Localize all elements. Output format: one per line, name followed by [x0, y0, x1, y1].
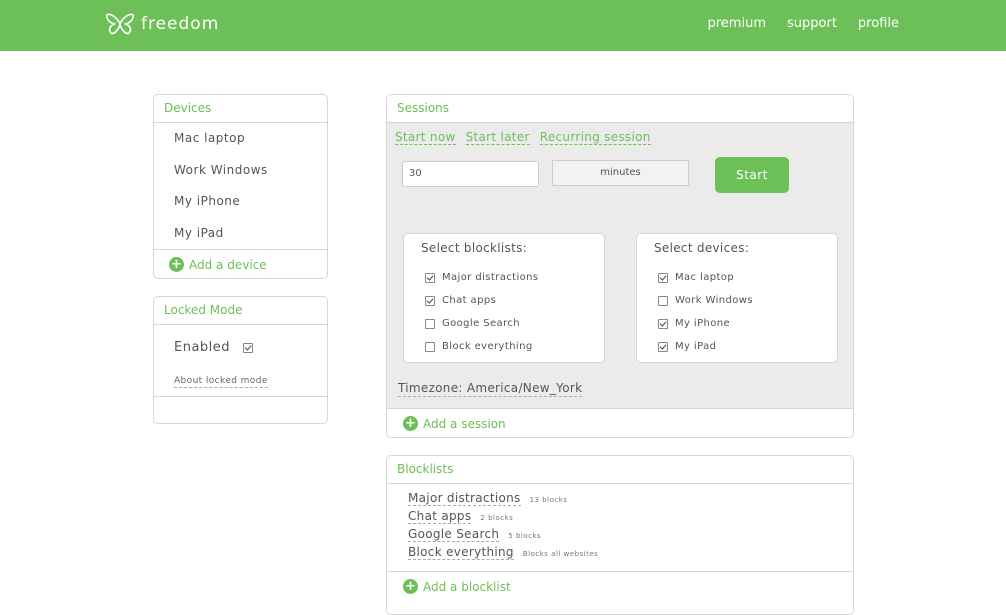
checkbox[interactable]: [658, 295, 668, 306]
duration-input[interactable]: 30: [402, 161, 539, 187]
nav-profile[interactable]: profile: [858, 16, 899, 31]
device-option-my-iphone[interactable]: My iPhone: [658, 318, 730, 329]
device-option-label: Work Windows: [675, 295, 753, 306]
blocklist-name-block-everything[interactable]: Block everything: [408, 545, 514, 560]
plus-circle-icon: +: [403, 579, 418, 594]
blocklist-option-chat-apps[interactable]: Chat apps: [425, 295, 496, 306]
blocklist-option-label: Google Search: [442, 318, 520, 329]
devices-panel: Devices Mac laptop Work Windows My iPhon…: [153, 94, 328, 279]
blocklist-option-label: Block everything: [442, 341, 533, 352]
top-nav: premium support profile: [708, 16, 900, 31]
duration-unit-select[interactable]: minutes: [552, 160, 689, 186]
blocklist-count: Blocks all websites: [522, 550, 599, 558]
device-item-work-windows[interactable]: Work Windows: [154, 155, 327, 187]
sessions-panel: Sessions Start now Start later Recurring…: [386, 94, 854, 438]
checkbox[interactable]: [425, 318, 435, 329]
locked-mode-title: Locked Mode: [154, 297, 327, 325]
tab-start-later[interactable]: Start later: [465, 130, 530, 145]
tab-start-now[interactable]: Start now: [395, 130, 456, 145]
add-session-button[interactable]: + Add a session: [403, 416, 506, 431]
plus-circle-icon: +: [169, 257, 184, 272]
divider: [154, 396, 327, 397]
devices-title: Devices: [154, 95, 327, 123]
brand-name: freedom: [141, 14, 220, 34]
add-device-label: Add a device: [189, 257, 267, 272]
device-option-work-windows[interactable]: Work Windows: [658, 295, 753, 306]
blocklist-item: Block everything Blocks all websites: [408, 545, 598, 560]
blocklist-option-label: Chat apps: [442, 295, 497, 306]
blocklists-panel: Blocklists Major distractions 13 blocks …: [386, 455, 854, 615]
blocklists-title: Blocklists: [387, 456, 853, 484]
device-option-label: My iPad: [675, 341, 717, 352]
checkbox[interactable]: [658, 318, 668, 329]
nav-premium[interactable]: premium: [708, 16, 767, 31]
plus-circle-icon: +: [403, 416, 418, 431]
device-item-my-ipad[interactable]: My iPad: [154, 218, 327, 250]
add-blocklist-label: Add a blocklist: [423, 579, 511, 594]
blocklist-item: Chat apps 2 blocks: [408, 509, 513, 524]
blocklist-count: 13 blocks: [529, 496, 568, 504]
tab-recurring-session[interactable]: Recurring session: [539, 130, 651, 145]
select-devices-title: Select devices:: [654, 241, 750, 255]
locked-enabled-label: Enabled: [174, 340, 231, 355]
blocklist-count: 5 blocks: [508, 532, 542, 540]
blocklist-option-google-search[interactable]: Google Search: [425, 318, 520, 329]
start-button[interactable]: Start: [715, 157, 789, 193]
timezone-link[interactable]: Timezone: America/New_York: [398, 381, 583, 397]
brand-logo[interactable]: freedom: [105, 12, 219, 36]
add-device-button[interactable]: + Add a device: [169, 257, 267, 272]
nav-support[interactable]: support: [787, 16, 837, 31]
device-item-my-iphone[interactable]: My iPhone: [154, 186, 327, 218]
locked-enabled-checkbox[interactable]: [243, 342, 254, 353]
blocklist-item: Major distractions 13 blocks: [408, 491, 567, 506]
sessions-body: Start now Start later Recurring session …: [387, 123, 853, 408]
blocklist-item: Google Search 5 blocks: [408, 527, 541, 542]
checkbox[interactable]: [658, 272, 668, 283]
add-blocklist-button[interactable]: + Add a blocklist: [403, 579, 511, 594]
checkbox[interactable]: [425, 295, 435, 306]
checkbox[interactable]: [658, 341, 668, 352]
device-option-label: My iPhone: [675, 318, 731, 329]
blocklist-option-block-everything[interactable]: Block everything: [425, 341, 533, 352]
blocklist-name-google-search[interactable]: Google Search: [408, 527, 500, 542]
blocklist-option-major-distractions[interactable]: Major distractions: [425, 272, 539, 283]
blocklist-count: 2 blocks: [480, 514, 514, 522]
select-blocklists-box: Select blocklists: Major distractions Ch…: [403, 233, 605, 363]
blocklist-name-chat-apps[interactable]: Chat apps: [408, 509, 472, 524]
select-blocklists-title: Select blocklists:: [421, 241, 527, 255]
blocklist-name-major-distractions[interactable]: Major distractions: [408, 491, 521, 506]
about-locked-mode-link[interactable]: About locked mode: [174, 376, 268, 388]
locked-mode-panel: Locked Mode Enabled About locked mode: [153, 296, 328, 424]
select-devices-box: Select devices: Mac laptop Work Windows …: [636, 233, 838, 363]
device-option-my-ipad[interactable]: My iPad: [658, 341, 716, 352]
checkbox[interactable]: [425, 272, 435, 283]
blocklist-option-label: Major distractions: [442, 272, 539, 283]
sessions-title: Sessions: [387, 95, 853, 123]
top-navbar: freedom premium support profile: [0, 0, 1006, 51]
checkbox[interactable]: [425, 341, 435, 352]
device-option-mac-laptop[interactable]: Mac laptop: [658, 272, 734, 283]
device-option-label: Mac laptop: [675, 272, 735, 283]
butterfly-icon: [106, 13, 134, 35]
device-item-mac-laptop[interactable]: Mac laptop: [154, 123, 327, 155]
add-session-label: Add a session: [423, 416, 506, 431]
